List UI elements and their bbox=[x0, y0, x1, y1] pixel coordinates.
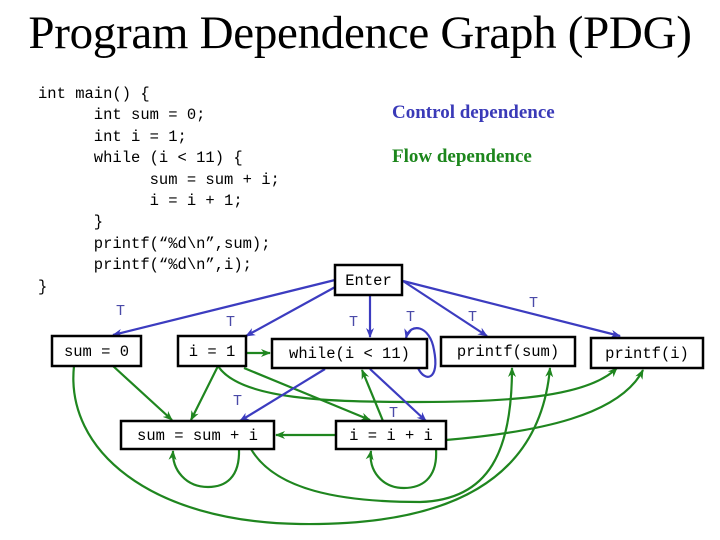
node-printf-i-label: printf(i) bbox=[605, 345, 689, 363]
flow-edge-i1-iupdate bbox=[243, 366, 371, 422]
edge-label-enter-sum0: T bbox=[116, 303, 125, 320]
node-sum-update-label: sum = sum + i bbox=[137, 427, 258, 445]
control-edge-enter-i1 bbox=[245, 285, 338, 337]
edge-label-enter-printfi: T bbox=[529, 295, 538, 312]
node-sum0: sum = 0 bbox=[50, 334, 143, 368]
flow-edge-iupdate-printfi bbox=[445, 369, 644, 442]
flow-edge-iupdate-self bbox=[365, 448, 438, 490]
node-while-label: while(i < 11) bbox=[289, 345, 410, 363]
node-printf-i: printf(i) bbox=[589, 336, 705, 370]
node-while: while(i < 11) bbox=[270, 337, 429, 370]
node-sum-update: sum = sum + i bbox=[119, 419, 276, 451]
edge-label-while-iupdate: T bbox=[389, 405, 398, 422]
node-i-update-label: i = i + i bbox=[349, 427, 433, 445]
node-enter-label: Enter bbox=[345, 272, 392, 290]
control-edge-enter-sum0 bbox=[112, 278, 336, 337]
edge-label-while-self: T bbox=[406, 309, 415, 326]
node-sum0-label: sum = 0 bbox=[64, 343, 129, 361]
node-printf-sum-label: printf(sum) bbox=[457, 343, 559, 361]
flow-edge-sumupdate-self bbox=[168, 448, 241, 489]
pdg-graph: T T T T T T T T Enter sum = 0 i = 1 whil… bbox=[50, 263, 705, 526]
edge-label-enter-while: T bbox=[349, 314, 358, 331]
control-edge-enter-printfi bbox=[402, 279, 621, 338]
flow-edge-i1-sumupdate bbox=[190, 365, 219, 421]
node-printf-sum: printf(sum) bbox=[439, 335, 577, 368]
node-i1: i = 1 bbox=[176, 334, 248, 368]
node-i-update: i = i + i bbox=[334, 419, 448, 451]
edge-label-while-sumupdate: T bbox=[233, 393, 242, 410]
edge-label-enter-i1: T bbox=[226, 314, 235, 331]
edge-label-enter-printfsum: T bbox=[468, 309, 477, 326]
node-enter: Enter bbox=[333, 263, 404, 297]
flow-edge-sum0-sumupdate bbox=[112, 365, 173, 421]
node-i1-label: i = 1 bbox=[189, 343, 236, 361]
